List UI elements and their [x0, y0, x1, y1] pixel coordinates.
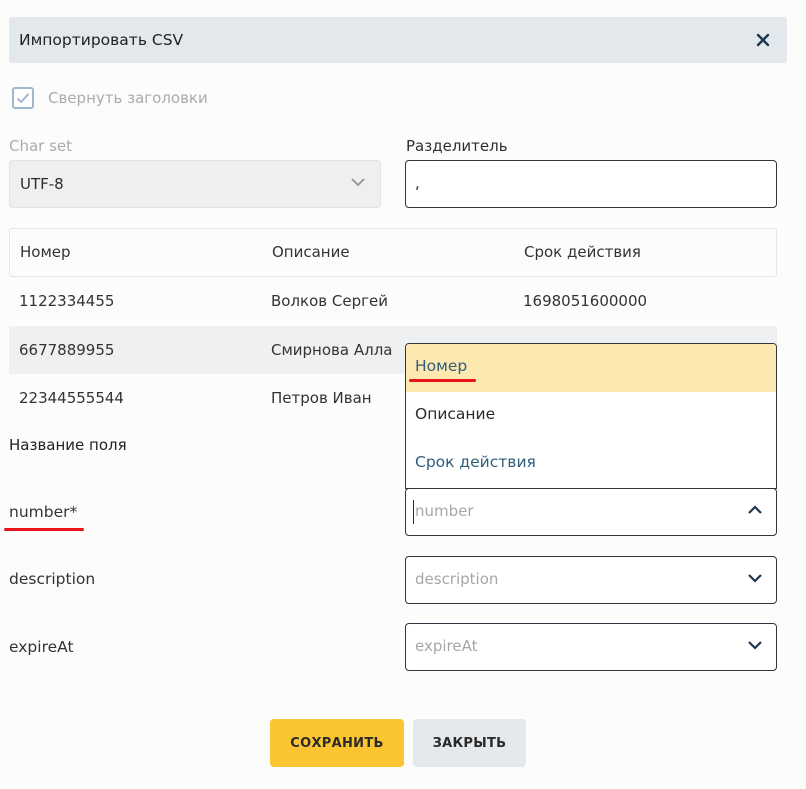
dropdown-option[interactable]: Номер [406, 344, 776, 392]
collapse-headers-label: Свернуть заголовки [48, 89, 208, 107]
charset-label: Char set [9, 137, 73, 155]
dialog-title: Импортировать CSV [19, 31, 184, 49]
separator-input[interactable]: , [405, 160, 777, 208]
separator-label: Разделитель [406, 137, 508, 155]
table-cell: Смирнова Алла [271, 341, 393, 359]
preview-table-header: Номер Описание Срок действия [9, 228, 777, 277]
separator-value: , [415, 174, 420, 192]
field-name-number: number* [9, 503, 78, 521]
select-placeholder: number [415, 502, 474, 520]
field-name-description: description [9, 570, 96, 588]
chevron-down-icon [351, 178, 365, 187]
annotation-underline [409, 379, 476, 382]
column-header: Номер [20, 243, 71, 261]
field-name-expireat: expireAt [9, 638, 74, 656]
close-button[interactable]: ЗАКРЫТЬ [413, 719, 526, 767]
table-cell: 6677889955 [19, 341, 115, 359]
column-header: Описание [272, 243, 350, 261]
annotation-underline [4, 528, 84, 531]
dialog-header: Импортировать CSV [9, 17, 787, 63]
save-button[interactable]: СОХРАНИТЬ [270, 719, 404, 767]
table-cell: Волков Сергей [271, 292, 388, 310]
text-cursor [413, 500, 414, 524]
expireat-mapping-select[interactable]: expireAt [405, 623, 777, 671]
dropdown-option[interactable]: Описание [406, 392, 776, 440]
field-mapping-title: Название поля [9, 436, 127, 454]
chevron-down-icon[interactable] [747, 573, 763, 583]
chevron-down-icon[interactable] [747, 640, 763, 650]
chevron-up-icon[interactable] [747, 505, 763, 515]
charset-value: UTF-8 [20, 175, 64, 193]
collapse-headers-checkbox[interactable] [12, 87, 34, 109]
table-cell: 1122334455 [19, 292, 115, 310]
description-mapping-select[interactable]: description [405, 556, 777, 604]
select-placeholder: description [415, 570, 499, 588]
table-cell: 22344555544 [19, 389, 124, 407]
mapping-dropdown-menu: Номер Описание Срок действия [405, 343, 777, 489]
number-mapping-select[interactable]: number [405, 488, 777, 536]
table-row: 1122334455 Волков Сергей 1698051600000 [9, 277, 777, 325]
table-cell: Петров Иван [271, 389, 372, 407]
dropdown-option[interactable]: Срок действия [406, 440, 776, 488]
column-header: Срок действия [524, 243, 641, 261]
checkmark-icon [16, 93, 30, 104]
charset-select: UTF-8 [9, 160, 381, 208]
close-icon[interactable] [753, 30, 773, 50]
select-placeholder: expireAt [415, 637, 478, 655]
table-cell: 1698051600000 [523, 292, 648, 310]
